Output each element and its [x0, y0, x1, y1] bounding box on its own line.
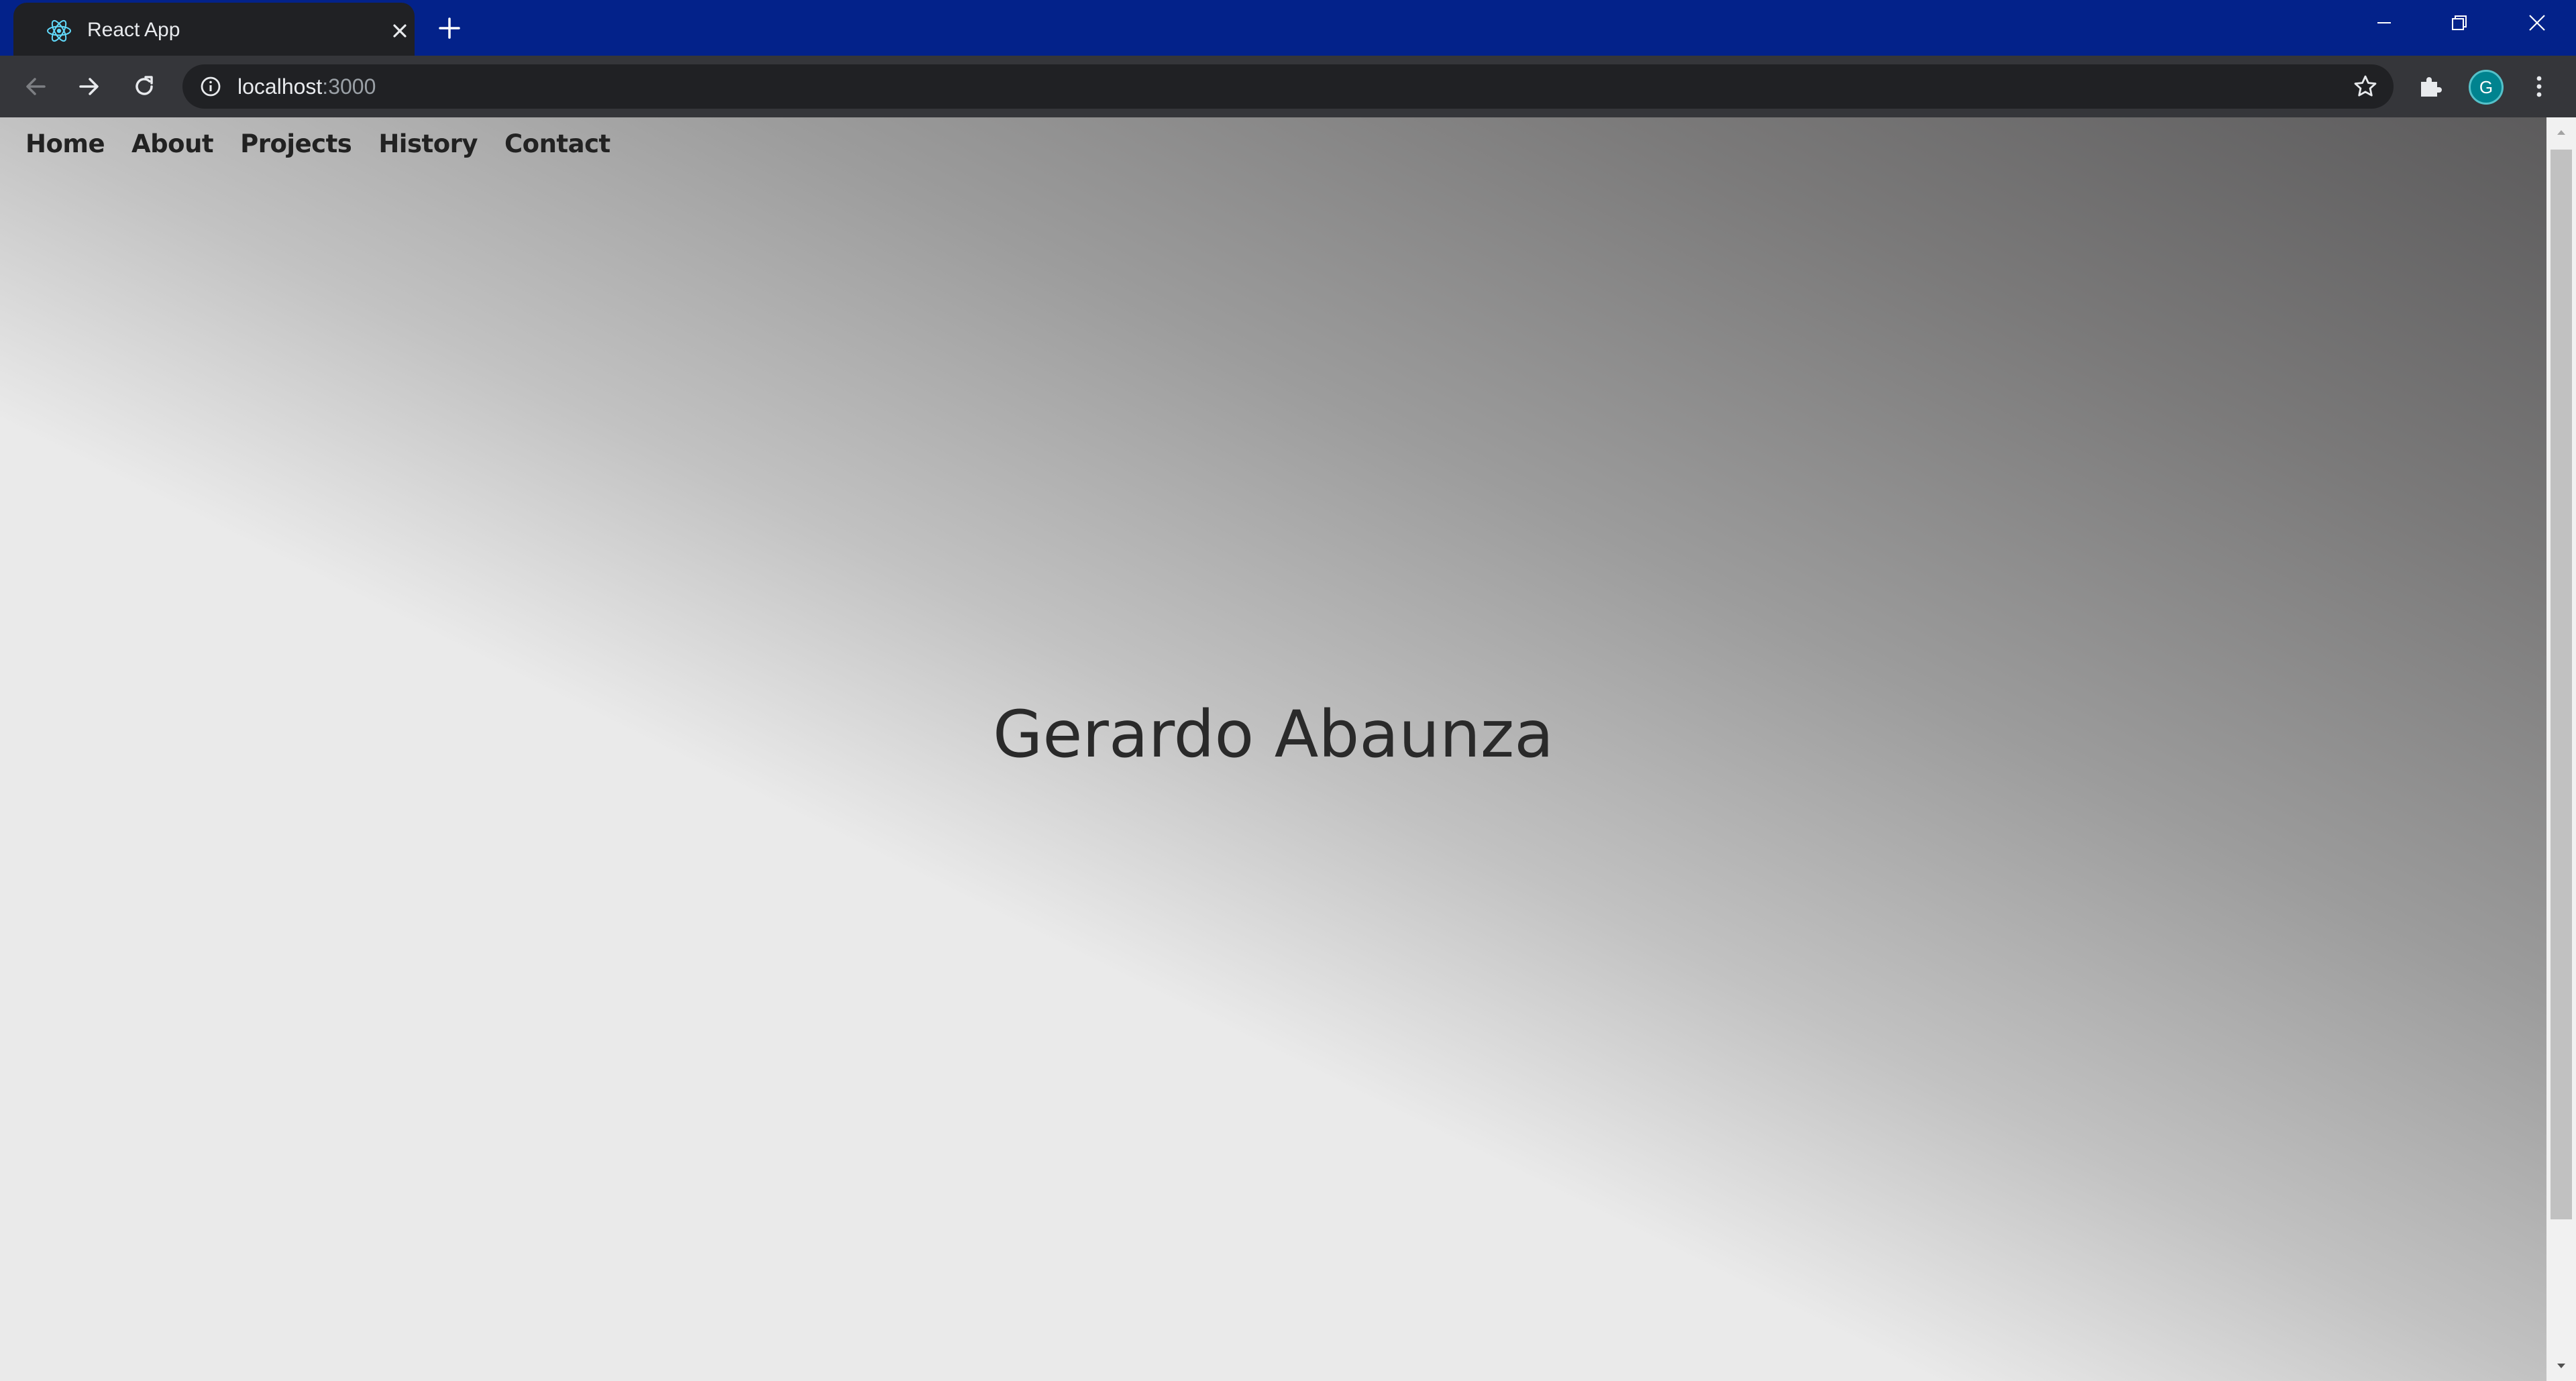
hero-name-heading: Gerardo Abaunza: [992, 697, 1554, 772]
nav-link-projects[interactable]: Projects: [240, 124, 352, 164]
scroll-up-arrow-icon[interactable]: [2555, 125, 2568, 139]
close-tab-icon[interactable]: [388, 19, 412, 43]
address-url: localhost:3000: [237, 74, 376, 99]
page-viewport: Home About Projects History Contact Gera…: [0, 117, 2546, 1381]
minimize-window-icon[interactable]: [2371, 9, 2398, 36]
browser-titlebar: React App: [0, 0, 2576, 56]
url-port: :3000: [322, 74, 376, 99]
address-bar[interactable]: localhost:3000: [182, 64, 2394, 109]
profile-avatar[interactable]: G: [2469, 70, 2504, 105]
browser-tab-react-app[interactable]: React App: [13, 3, 415, 56]
site-info-icon[interactable]: [199, 74, 223, 99]
nav-link-history[interactable]: History: [378, 124, 478, 164]
page-scrollbar[interactable]: [2546, 117, 2576, 1381]
more-menu-icon[interactable]: [2524, 71, 2555, 102]
reload-icon[interactable]: [129, 71, 160, 102]
restore-window-icon[interactable]: [2446, 9, 2473, 36]
forward-arrow-icon[interactable]: [74, 71, 105, 102]
nav-link-contact[interactable]: Contact: [504, 124, 610, 164]
nav-link-home[interactable]: Home: [25, 124, 105, 164]
back-arrow-icon[interactable]: [20, 71, 51, 102]
nav-link-about[interactable]: About: [131, 124, 214, 164]
url-host: localhost: [237, 74, 323, 99]
new-tab-plus-icon[interactable]: [436, 15, 463, 42]
react-logo-icon: [47, 19, 71, 42]
close-window-icon[interactable]: [2524, 9, 2551, 36]
browser-toolbar: localhost:3000 G: [0, 56, 2576, 117]
tab-title: React App: [87, 19, 180, 41]
extensions-puzzle-icon[interactable]: [2415, 71, 2446, 102]
bookmark-star-icon[interactable]: [2352, 73, 2379, 100]
scrollbar-thumb[interactable]: [2551, 150, 2572, 1219]
site-nav: Home About Projects History Contact: [25, 124, 610, 164]
scroll-down-arrow-icon[interactable]: [2555, 1360, 2568, 1373]
